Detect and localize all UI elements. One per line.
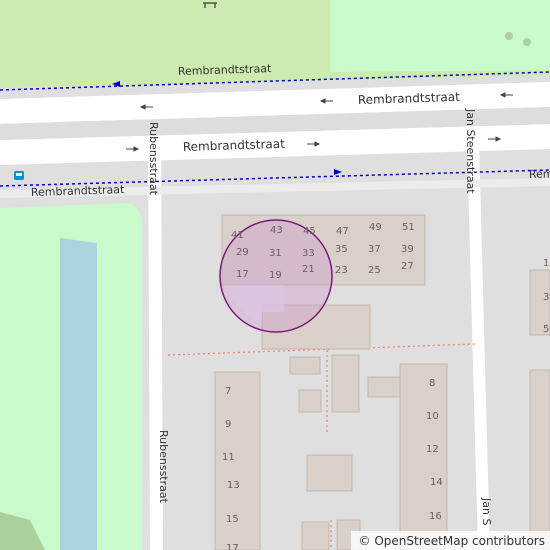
house-number: 25 [368,265,381,276]
house-number: 43 [270,225,283,236]
house-number: 5 [543,324,549,335]
tree-icon [505,32,513,40]
house-number: 17 [236,269,249,280]
street-label-jan-steenstraat: Jan Steenstraat [464,108,477,194]
map-canvas[interactable]: 41 43 45 47 49 51 29 31 33 35 37 39 17 1… [0,0,550,550]
house-number: 17 [226,543,239,550]
house-number: 41 [231,230,244,241]
building-row-east [399,363,448,550]
street-label-rubensstraat: Rubensstraat [157,430,170,504]
house-number: 3 [543,292,549,303]
building [367,376,402,398]
house-number: 11 [222,452,235,463]
building [306,454,353,492]
house-number: 45 [303,226,316,237]
house-number: 51 [402,222,415,233]
house-number: 8 [429,378,435,389]
bus-stop-icon[interactable] [14,171,24,180]
map-view[interactable]: 41 43 45 47 49 51 29 31 33 35 37 39 17 1… [0,0,550,550]
house-number: 39 [401,244,414,255]
house-number: 15 [226,514,239,525]
house-number: 14 [430,477,443,488]
park-area-north-tint [330,0,550,72]
house-number: 37 [368,244,381,255]
house-number: 7 [225,386,231,397]
house-number: 35 [335,244,348,255]
house-number: 21 [302,264,315,275]
tree-icon [523,38,531,46]
house-number: 10 [426,411,439,422]
house-number: 49 [369,222,382,233]
house-number: 27 [401,261,414,272]
house-number: 1 [543,258,549,269]
building [289,356,321,375]
house-number: 31 [269,248,282,259]
house-number: 23 [335,265,348,276]
street-label-rembrandtstraat: Rembrandtstraat [529,165,550,181]
house-number: 9 [225,419,231,430]
building [301,521,330,550]
house-number: 47 [336,226,349,237]
house-number: 29 [236,247,249,258]
house-number: 12 [426,444,439,455]
building [298,389,322,413]
house-number: 16 [429,511,442,522]
street-label-jan-steenstraat: Jan S [480,497,493,525]
house-number: 33 [302,248,315,259]
street-label-rubensstraat: Rubensstraat [147,122,160,196]
building-east-edge [529,369,550,550]
house-number: 13 [227,480,240,491]
map-attribution[interactable]: © OpenStreetMap contributors [350,531,550,550]
water-canal [60,238,97,550]
house-number: 19 [269,270,282,281]
building [331,354,360,413]
